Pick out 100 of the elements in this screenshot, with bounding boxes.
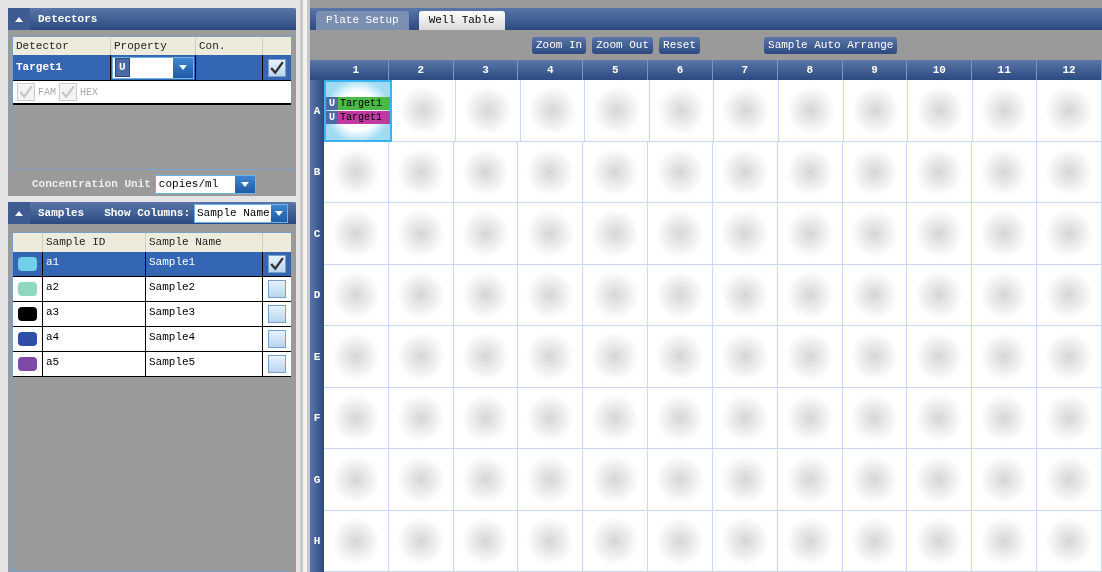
dropdown-button[interactable] (271, 204, 287, 222)
well-cell[interactable]: U Target1 U Target1 (324, 80, 392, 142)
well-cell[interactable] (324, 510, 389, 572)
well-cell[interactable] (520, 80, 586, 142)
checkbox[interactable] (268, 305, 286, 323)
well-cell[interactable] (518, 264, 584, 326)
well-cell[interactable] (324, 141, 389, 203)
well-cell[interactable] (518, 203, 584, 265)
toolbar-button[interactable]: Zoom Out (592, 36, 654, 54)
well-cell[interactable] (972, 141, 1038, 203)
well-cell[interactable] (453, 203, 519, 265)
well-cell[interactable] (842, 264, 908, 326)
toolbar-button[interactable]: Sample Auto Arrange (764, 36, 898, 54)
well-cell[interactable] (842, 326, 908, 388)
well-cell[interactable] (777, 326, 843, 388)
well-cell[interactable] (518, 449, 584, 511)
property-dropdown[interactable]: U (112, 56, 194, 79)
well-cell[interactable] (907, 264, 973, 326)
well-cell[interactable] (453, 326, 519, 388)
sample-row[interactable]: a4 Sample4 (13, 327, 291, 352)
checkbox[interactable] (268, 280, 286, 298)
well-cell[interactable] (712, 141, 778, 203)
well-cell[interactable] (972, 387, 1038, 449)
well-cell[interactable] (777, 510, 843, 572)
well-cell[interactable] (1037, 510, 1102, 572)
well-cell[interactable] (583, 264, 649, 326)
well-cell[interactable] (453, 449, 519, 511)
well-cell[interactable] (518, 326, 584, 388)
well-cell[interactable] (842, 449, 908, 511)
well-cell[interactable] (583, 449, 649, 511)
well-cell[interactable] (972, 510, 1038, 572)
well-cell[interactable] (648, 387, 713, 449)
well-cell[interactable] (648, 203, 713, 265)
dropdown-button[interactable] (234, 176, 255, 193)
well-cell[interactable] (972, 203, 1038, 265)
well-cell[interactable] (324, 326, 389, 388)
well-cell[interactable] (972, 80, 1038, 142)
well-cell[interactable] (1037, 264, 1102, 326)
well-cell[interactable] (518, 387, 584, 449)
well-cell[interactable] (1037, 326, 1102, 388)
well-cell[interactable] (324, 449, 389, 511)
well-cell[interactable] (712, 326, 778, 388)
well-cell[interactable] (712, 387, 778, 449)
toolbar-button[interactable]: Zoom In (532, 36, 587, 54)
well-cell[interactable] (1037, 141, 1102, 203)
checkbox[interactable] (268, 255, 286, 273)
well-cell[interactable] (907, 510, 973, 572)
well-cell[interactable] (518, 510, 584, 572)
well-cell[interactable] (907, 449, 973, 511)
dropdown-button[interactable] (173, 57, 193, 78)
sample-row[interactable]: a5 Sample5 (13, 352, 291, 377)
well-cell[interactable] (1037, 449, 1102, 511)
well-cell[interactable] (1037, 80, 1102, 142)
well-cell[interactable] (518, 141, 584, 203)
well-cell[interactable] (583, 141, 649, 203)
checkbox[interactable] (268, 58, 286, 77)
well-cell[interactable] (907, 203, 973, 265)
well-cell[interactable] (391, 80, 457, 142)
well-cell[interactable] (1037, 387, 1102, 449)
well-cell[interactable] (388, 449, 454, 511)
well-cell[interactable] (779, 80, 844, 142)
well-cell[interactable] (842, 510, 908, 572)
well-cell[interactable] (908, 80, 973, 142)
toolbar-button[interactable]: Reset (659, 36, 701, 54)
splitter[interactable] (300, 0, 310, 572)
well-cell[interactable] (712, 264, 778, 326)
well-cell[interactable] (649, 80, 715, 142)
well-cell[interactable] (842, 141, 908, 203)
well-cell[interactable] (972, 264, 1038, 326)
well-cell[interactable] (648, 264, 713, 326)
well-cell[interactable] (324, 203, 389, 265)
well-cell[interactable] (453, 387, 519, 449)
well-cell[interactable] (777, 141, 843, 203)
sample-row[interactable]: a3 Sample3 (13, 302, 291, 327)
well-cell[interactable] (388, 326, 454, 388)
well-cell[interactable] (777, 203, 843, 265)
columns-dropdown[interactable]: Sample Name (194, 203, 288, 223)
well-cell[interactable] (648, 449, 713, 511)
checkbox[interactable] (268, 355, 286, 373)
unit-dropdown[interactable]: copies/ml (154, 175, 256, 194)
well-cell[interactable] (453, 264, 519, 326)
well-cell[interactable] (777, 264, 843, 326)
well-cell[interactable] (712, 510, 778, 572)
well-cell[interactable] (714, 80, 780, 142)
well-cell[interactable] (907, 141, 973, 203)
well-cell[interactable] (648, 510, 713, 572)
well-cell[interactable] (843, 80, 909, 142)
well-cell[interactable] (453, 510, 519, 572)
well-cell[interactable] (1037, 203, 1102, 265)
well-cell[interactable] (777, 387, 843, 449)
sample-row[interactable]: a1 Sample1 (13, 252, 291, 277)
well-cell[interactable] (585, 80, 650, 142)
well-cell[interactable] (583, 326, 649, 388)
well-cell[interactable] (712, 449, 778, 511)
checkbox[interactable] (268, 330, 286, 348)
well-cell[interactable] (324, 387, 389, 449)
well-cell[interactable] (842, 387, 908, 449)
well-cell[interactable] (712, 203, 778, 265)
well-cell[interactable] (388, 141, 454, 203)
well-cell[interactable] (388, 387, 454, 449)
